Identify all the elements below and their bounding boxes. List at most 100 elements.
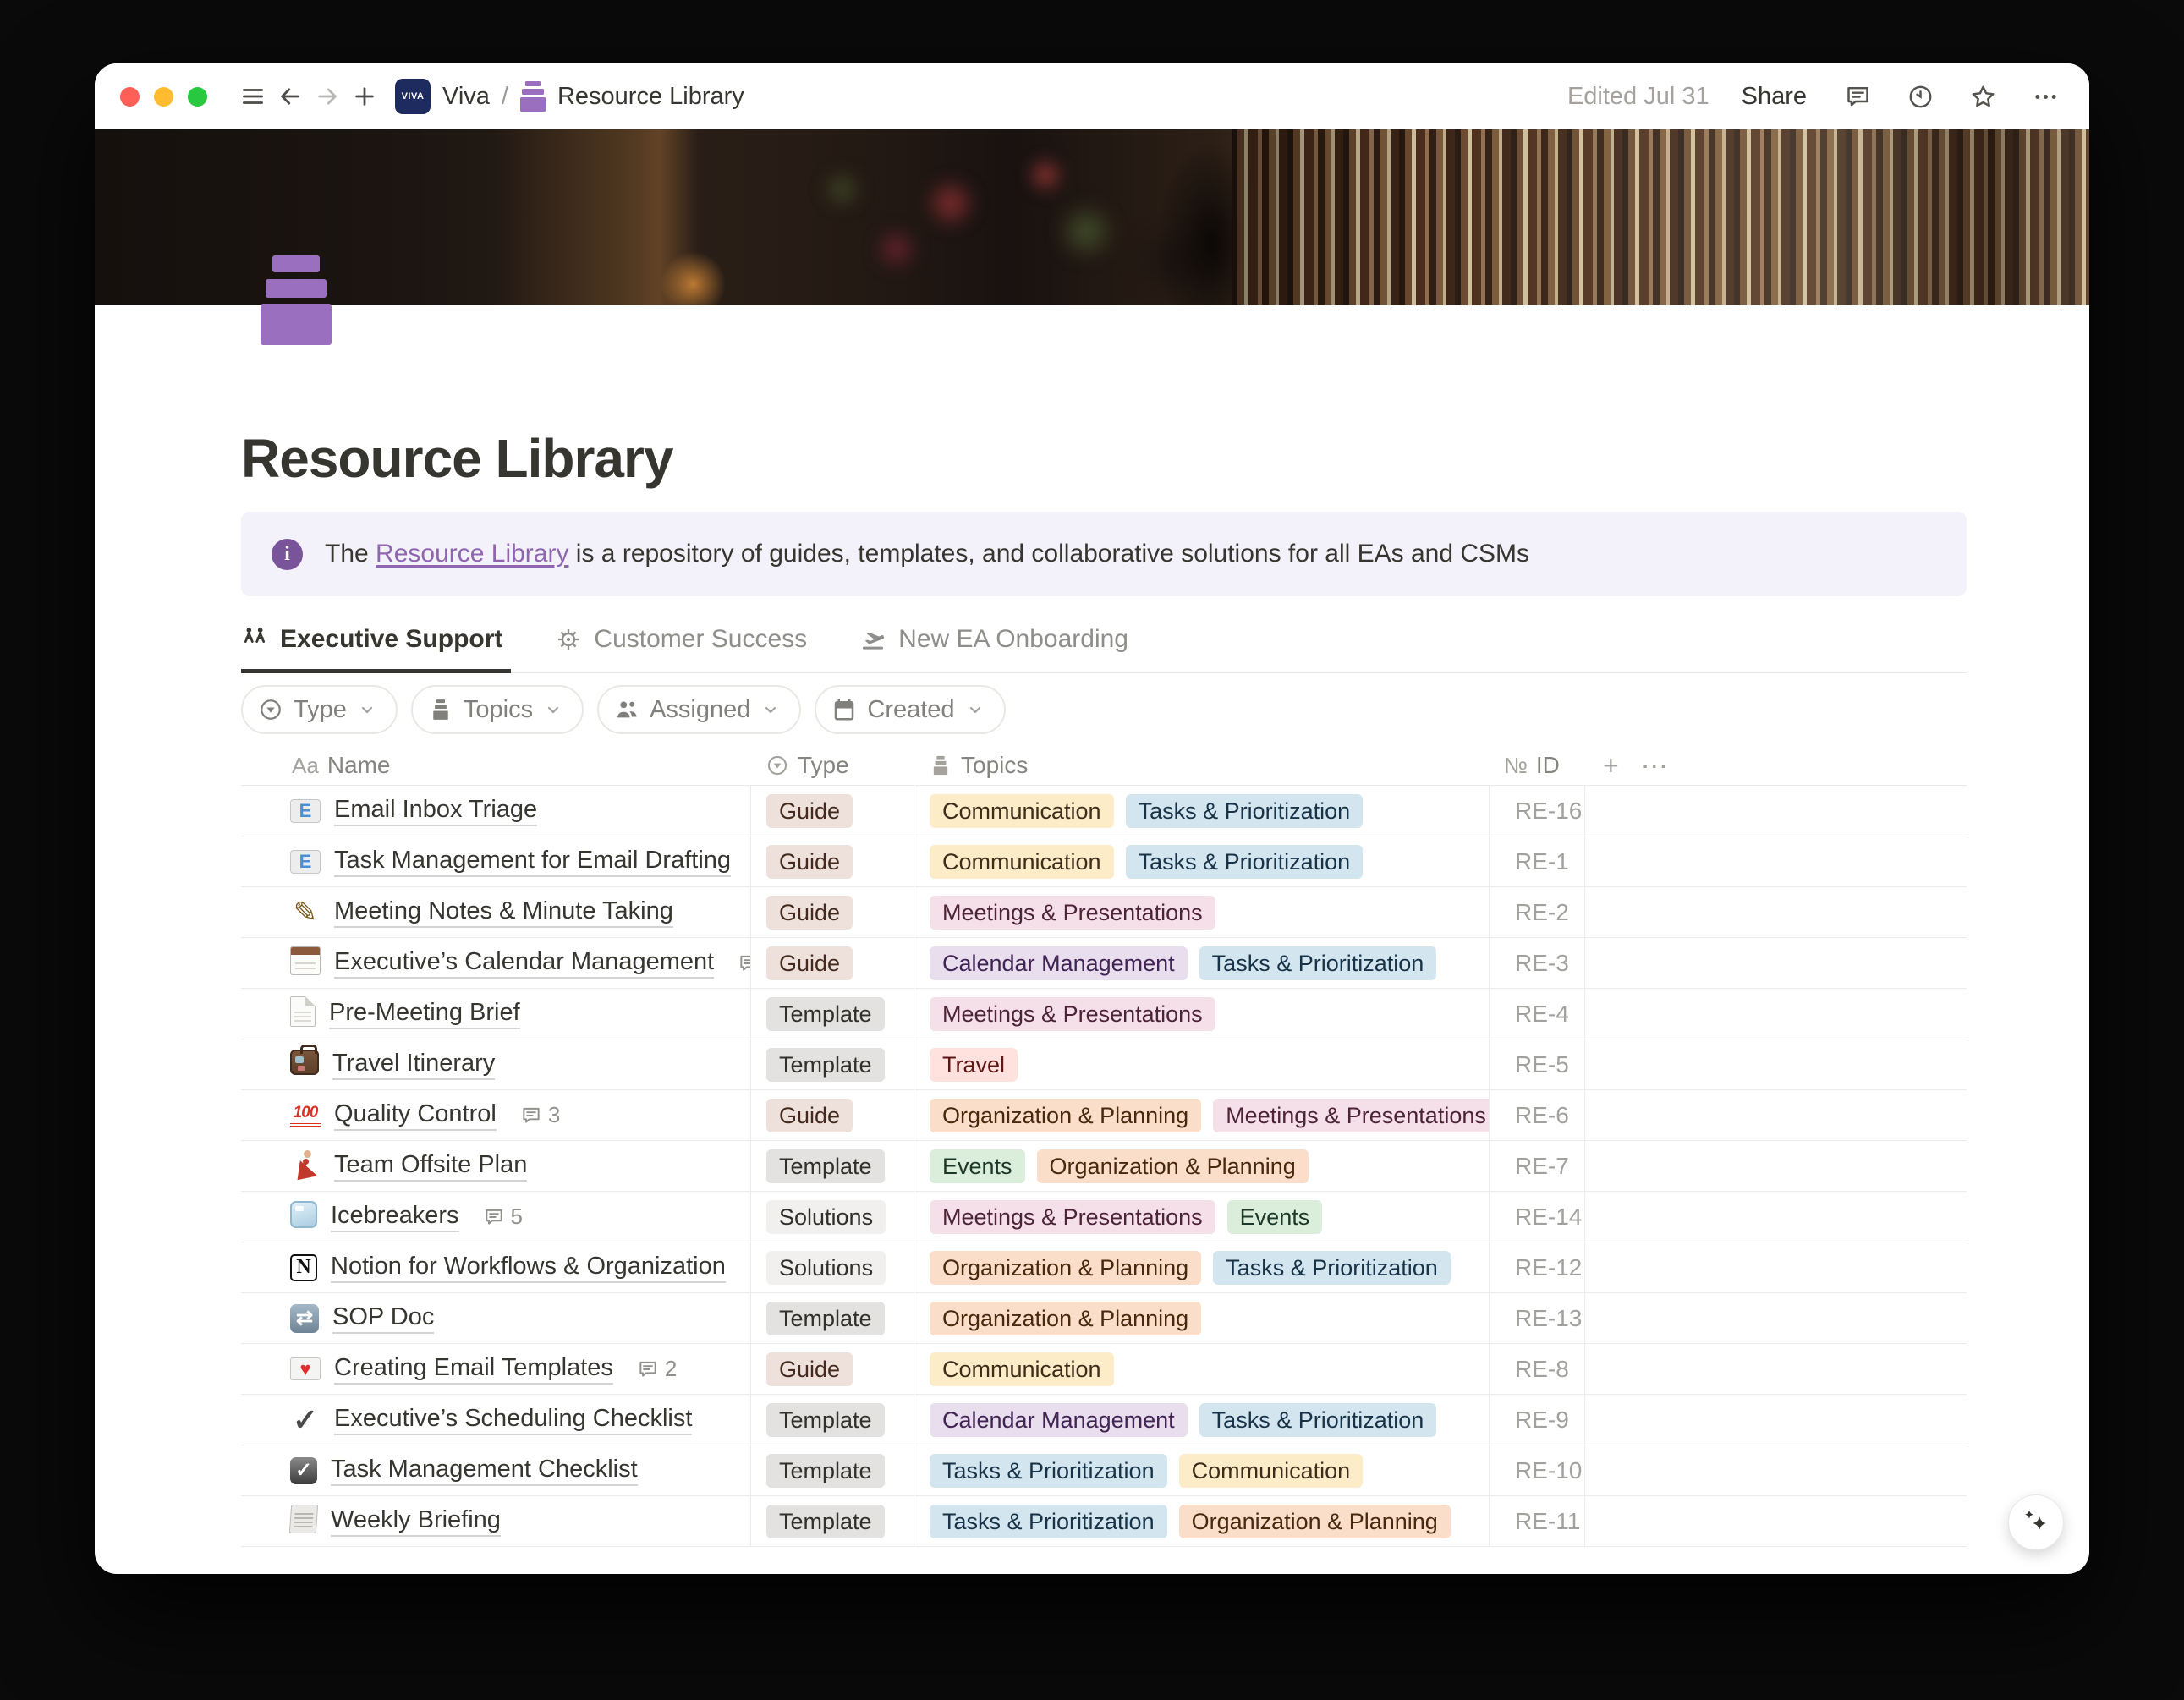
cell-type[interactable]: Solutions xyxy=(750,1192,914,1242)
cell-type[interactable]: Template xyxy=(750,1496,914,1546)
favorite-star-icon[interactable] xyxy=(1964,78,2001,115)
row-title-link[interactable]: Executive’s Scheduling Checklist xyxy=(334,1405,692,1435)
cell-name[interactable]: E Email Inbox Triage xyxy=(241,786,750,836)
row-title-link[interactable]: Pre-Meeting Brief xyxy=(329,999,520,1029)
cell-type[interactable]: Guide xyxy=(750,887,914,937)
cell-id[interactable]: RE-14 xyxy=(1489,1192,1584,1242)
comment-count[interactable]: 5 xyxy=(483,1204,523,1230)
tab-executive-support[interactable]: Executive Support xyxy=(241,625,511,673)
row-title-link[interactable]: Meeting Notes & Minute Taking xyxy=(334,897,673,928)
row-title-link[interactable]: SOP Doc xyxy=(332,1303,434,1334)
column-header-name[interactable]: Aa Name xyxy=(241,752,750,779)
forward-icon[interactable] xyxy=(309,78,346,115)
cell-topics[interactable]: CommunicationTasks & Prioritization xyxy=(914,836,1489,886)
page-title[interactable]: Resource Library xyxy=(241,427,1967,490)
breadcrumb-workspace[interactable]: Viva xyxy=(442,83,490,111)
breadcrumb-page[interactable]: Resource Library xyxy=(557,83,744,111)
page-icon[interactable] xyxy=(261,255,332,345)
row-title-link[interactable]: Team Offsite Plan xyxy=(334,1151,527,1182)
row-title-link[interactable]: Task Management Checklist xyxy=(331,1456,638,1486)
zoom-window-button[interactable] xyxy=(188,87,207,107)
cell-topics[interactable]: Tasks & PrioritizationCommunication xyxy=(914,1445,1489,1495)
tab-new-ea-onboarding[interactable]: New EA Onboarding xyxy=(859,625,1137,673)
row-title-link[interactable]: Task Management for Email Drafting xyxy=(334,847,731,877)
more-options-icon[interactable] xyxy=(2027,78,2064,115)
cell-id[interactable]: RE-5 xyxy=(1489,1039,1584,1089)
add-column-button[interactable]: + xyxy=(1603,750,1619,781)
cell-type[interactable]: Guide xyxy=(750,1344,914,1394)
close-window-button[interactable] xyxy=(120,87,140,107)
cell-topics[interactable]: Meetings & Presentations xyxy=(914,887,1489,937)
cell-name[interactable]: Pre-Meeting Brief xyxy=(241,989,750,1039)
cell-type[interactable]: Template xyxy=(750,1395,914,1445)
cell-id[interactable]: RE-3 xyxy=(1489,938,1584,988)
cell-topics[interactable]: Organization & PlanningMeetings & Presen… xyxy=(914,1090,1489,1140)
cell-topics[interactable]: Meetings & PresentationsEvents xyxy=(914,1192,1489,1242)
cell-id[interactable]: RE-16 xyxy=(1489,786,1584,836)
cell-type[interactable]: Guide xyxy=(750,836,914,886)
comment-count[interactable]: 2 xyxy=(637,1356,677,1382)
row-title-link[interactable]: Quality Control xyxy=(334,1100,497,1131)
filter-created[interactable]: Created xyxy=(815,685,1005,734)
cell-id[interactable]: RE-10 xyxy=(1489,1445,1584,1495)
cell-name[interactable]: ⇄ SOP Doc xyxy=(241,1293,750,1343)
cell-type[interactable]: Template xyxy=(750,1039,914,1089)
cell-id[interactable]: RE-8 xyxy=(1489,1344,1584,1394)
cell-name[interactable]: 100 Quality Control 3 xyxy=(241,1090,750,1140)
cell-topics[interactable]: EventsOrganization & Planning xyxy=(914,1141,1489,1191)
cell-name[interactable]: ✓ Executive’s Scheduling Checklist xyxy=(241,1395,750,1445)
row-title-link[interactable]: Icebreakers xyxy=(331,1202,459,1232)
cell-type[interactable]: Template xyxy=(750,1141,914,1191)
sidebar-toggle-icon[interactable] xyxy=(234,78,272,115)
row-title-link[interactable]: Creating Email Templates xyxy=(334,1354,613,1385)
cell-type[interactable]: Solutions xyxy=(750,1242,914,1292)
filter-type[interactable]: Type xyxy=(241,685,398,734)
comment-count[interactable]: 3 xyxy=(520,1102,560,1128)
cell-topics[interactable]: Meetings & Presentations xyxy=(914,989,1489,1039)
cell-name[interactable]: Executive’s Calendar Management 1 xyxy=(241,938,750,988)
ai-assistant-button[interactable] xyxy=(2008,1494,2064,1550)
tab-customer-success[interactable]: Customer Success xyxy=(555,625,815,673)
cell-type[interactable]: Template xyxy=(750,1445,914,1495)
cell-id[interactable]: RE-9 xyxy=(1489,1395,1584,1445)
cell-type[interactable]: Guide xyxy=(750,938,914,988)
column-header-id[interactable]: № ID xyxy=(1489,752,1584,779)
cell-name[interactable]: E Task Management for Email Drafting xyxy=(241,836,750,886)
minimize-window-button[interactable] xyxy=(154,87,173,107)
column-header-type[interactable]: Type xyxy=(750,752,914,779)
cell-name[interactable]: ✎ Meeting Notes & Minute Taking xyxy=(241,887,750,937)
cell-id[interactable]: RE-7 xyxy=(1489,1141,1584,1191)
callout-link[interactable]: Resource Library xyxy=(376,540,568,568)
cell-id[interactable]: RE-13 xyxy=(1489,1293,1584,1343)
comment-count[interactable]: 1 xyxy=(738,950,750,976)
cell-id[interactable]: RE-2 xyxy=(1489,887,1584,937)
cell-type[interactable]: Template xyxy=(750,989,914,1039)
cell-id[interactable]: RE-11 xyxy=(1489,1496,1584,1546)
row-title-link[interactable]: Executive’s Calendar Management xyxy=(334,948,714,979)
cell-name[interactable]: Weekly Briefing xyxy=(241,1496,750,1546)
table-options-button[interactable]: ⋯ xyxy=(1641,749,1668,781)
cell-topics[interactable]: CommunicationTasks & Prioritization xyxy=(914,786,1489,836)
cell-name[interactable]: Travel Itinerary xyxy=(241,1039,750,1089)
cover-image[interactable] xyxy=(95,129,2089,305)
cell-topics[interactable]: Organization & PlanningTasks & Prioritiz… xyxy=(914,1242,1489,1292)
workspace-logo[interactable]: VIVA xyxy=(395,79,431,114)
history-clock-icon[interactable] xyxy=(1901,78,1939,115)
row-title-link[interactable]: Travel Itinerary xyxy=(332,1050,495,1080)
cell-name[interactable]: N Notion for Workflows & Organization xyxy=(241,1242,750,1292)
cell-id[interactable]: RE-1 xyxy=(1489,836,1584,886)
cell-name[interactable]: ♥ Creating Email Templates 2 xyxy=(241,1344,750,1394)
cell-topics[interactable]: Travel xyxy=(914,1039,1489,1089)
cell-topics[interactable]: Organization & Planning xyxy=(914,1293,1489,1343)
row-title-link[interactable]: Weekly Briefing xyxy=(331,1506,501,1537)
comments-icon[interactable] xyxy=(1839,78,1876,115)
cell-type[interactable]: Guide xyxy=(750,786,914,836)
new-page-icon[interactable] xyxy=(346,78,383,115)
column-header-topics[interactable]: Topics xyxy=(914,752,1489,779)
back-icon[interactable] xyxy=(272,78,309,115)
cell-topics[interactable]: Tasks & PrioritizationOrganization & Pla… xyxy=(914,1496,1489,1546)
cell-name[interactable]: ✓ Task Management Checklist xyxy=(241,1445,750,1495)
filter-topics[interactable]: Topics xyxy=(411,685,584,734)
share-button[interactable]: Share xyxy=(1735,78,1814,116)
cell-topics[interactable]: Calendar ManagementTasks & Prioritizatio… xyxy=(914,938,1489,988)
